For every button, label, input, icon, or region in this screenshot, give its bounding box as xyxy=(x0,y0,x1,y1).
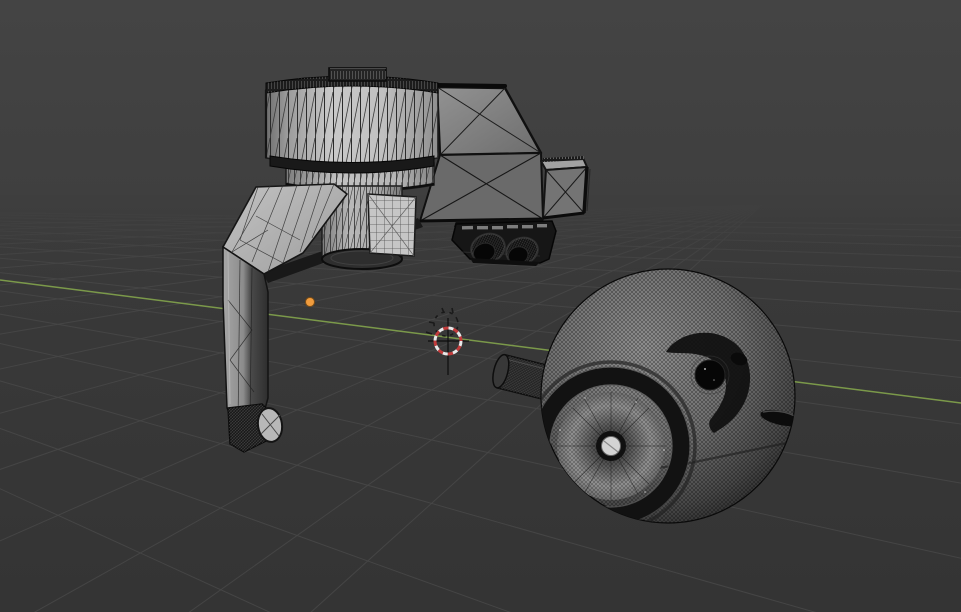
gimbal-drum xyxy=(266,76,438,173)
gimbal-top-cap xyxy=(329,68,386,81)
gimbal-mount-panel xyxy=(368,194,416,256)
sphere-eye-lens xyxy=(695,360,725,390)
viewport-canvas[interactable] xyxy=(0,0,961,612)
object-origin-dot[interactable] xyxy=(306,298,315,307)
blender-3d-viewport[interactable] xyxy=(0,0,961,612)
